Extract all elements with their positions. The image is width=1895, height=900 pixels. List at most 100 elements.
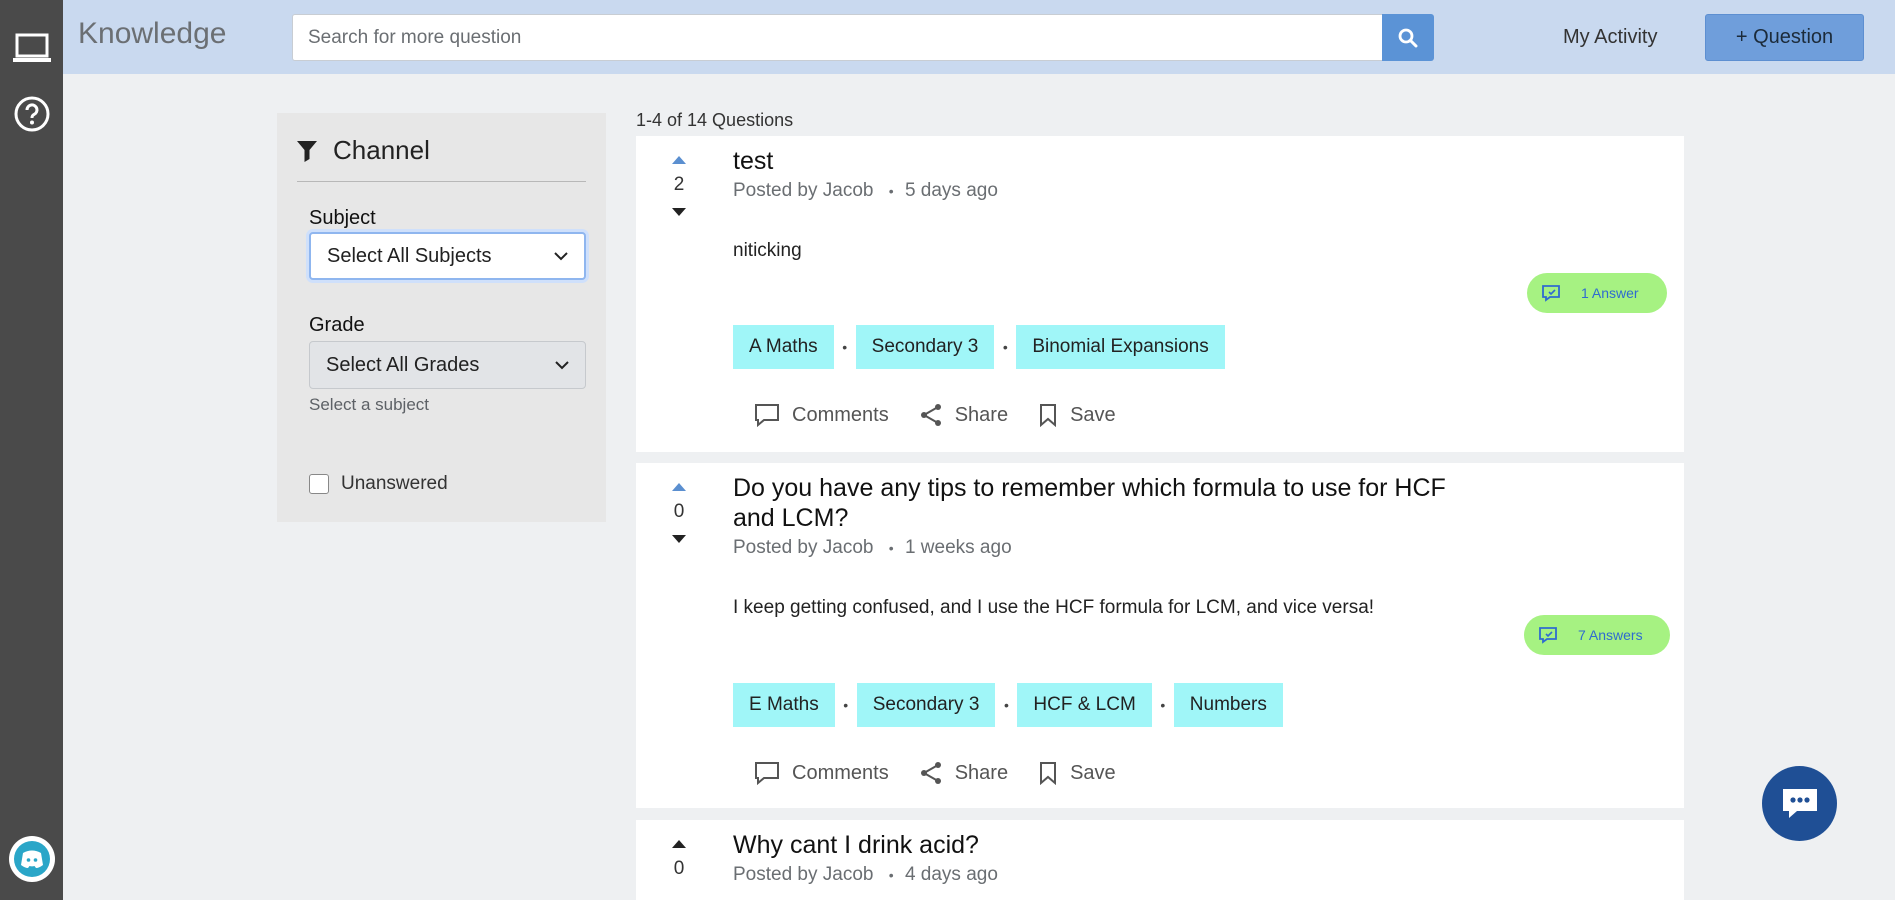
- answers-count: 7 Answers: [1578, 627, 1643, 643]
- question-author: Posted by Jacob: [733, 864, 874, 885]
- help-icon[interactable]: [0, 96, 63, 132]
- search-input[interactable]: [292, 14, 1382, 61]
- chevron-down-icon: [554, 251, 568, 260]
- share-label: Share: [954, 761, 1009, 784]
- save-button[interactable]: Save: [1038, 403, 1116, 427]
- vote-control: 2: [636, 156, 722, 216]
- tag-separator: •: [1002, 339, 1008, 355]
- question-card: 0 Do you have any tips to remember which…: [636, 463, 1684, 808]
- grade-select[interactable]: Select All Grades: [309, 341, 586, 389]
- question-title[interactable]: Do you have any tips to remember which f…: [733, 473, 1493, 533]
- comments-button[interactable]: Comments: [754, 761, 889, 785]
- save-button[interactable]: Save: [1038, 761, 1116, 785]
- question-time: 4 days ago: [904, 864, 998, 885]
- question-title[interactable]: Why cant I drink acid?: [733, 830, 979, 860]
- chevron-down-icon: [555, 360, 569, 369]
- share-label: Share: [954, 403, 1009, 426]
- tag-separator: •: [843, 697, 849, 713]
- tag[interactable]: Numbers: [1173, 683, 1283, 727]
- bookmark-icon: [1040, 404, 1057, 427]
- search-button[interactable]: [1382, 14, 1434, 61]
- discord-icon[interactable]: [0, 836, 63, 882]
- share-icon: [920, 404, 941, 426]
- ask-question-button[interactable]: + Question: [1705, 14, 1864, 61]
- tag[interactable]: A Maths: [733, 325, 834, 369]
- question-author: Posted by Jacob: [733, 180, 874, 201]
- question-meta: Posted by Jacob • 4 days ago: [733, 864, 998, 885]
- tag-separator: •: [1160, 697, 1166, 713]
- unanswered-label: Unanswered: [341, 473, 448, 494]
- question-body: I keep getting confused, and I use the H…: [733, 597, 1375, 618]
- tag[interactable]: Secondary 3: [856, 683, 996, 727]
- comments-button[interactable]: Comments: [754, 403, 889, 427]
- grade-select-value: Select All Grades: [326, 353, 480, 376]
- share-button[interactable]: Share: [919, 403, 1008, 427]
- laptop-icon[interactable]: [0, 32, 63, 64]
- comment-icon: [755, 762, 779, 785]
- tag[interactable]: Binomial Expansions: [1016, 325, 1225, 369]
- chat-button[interactable]: [1762, 766, 1837, 841]
- vote-control: 0: [636, 840, 722, 892]
- comments-label: Comments: [792, 403, 889, 426]
- share-icon: [920, 762, 941, 784]
- channel-filter-panel: Channel Subject Select All Subjects Grad…: [277, 113, 606, 522]
- question-time: 5 days ago: [904, 180, 998, 201]
- tag-separator: •: [1003, 697, 1009, 713]
- left-rail: [0, 0, 63, 900]
- answer-icon: [1542, 285, 1560, 302]
- filter-icon: [297, 140, 317, 162]
- question-card: 0 Why cant I drink acid? Posted by Jacob…: [636, 820, 1684, 900]
- divider: [297, 181, 586, 182]
- tag-separator: •: [842, 339, 848, 355]
- brand-title[interactable]: Knowledge: [78, 17, 226, 51]
- top-bar: Knowledge My Activity + Question: [63, 0, 1895, 74]
- subject-select-value: Select All Subjects: [327, 244, 492, 267]
- grade-hint: Select a subject: [309, 395, 430, 414]
- chat-icon: [1782, 788, 1817, 818]
- upvote-icon[interactable]: [672, 840, 686, 848]
- comments-label: Comments: [792, 761, 889, 784]
- unanswered-checkbox[interactable]: [309, 474, 329, 494]
- question-time: 1 weeks ago: [904, 537, 1012, 558]
- tag[interactable]: E Maths: [733, 683, 835, 727]
- filter-title: Channel: [333, 135, 430, 165]
- answers-badge[interactable]: 7 Answers: [1524, 615, 1670, 655]
- question-title[interactable]: test: [733, 146, 773, 176]
- tag[interactable]: Secondary 3: [855, 325, 995, 369]
- search-icon: [1398, 28, 1418, 47]
- vote-count: 0: [673, 858, 685, 879]
- question-author: Posted by Jacob: [733, 537, 874, 558]
- question-card: 2 test Posted by Jacob • 5 days ago niti…: [636, 136, 1684, 452]
- results-count: 1-4 of 14 Questions: [636, 110, 794, 130]
- answer-icon: [1539, 627, 1557, 644]
- question-meta: Posted by Jacob • 1 weeks ago: [733, 537, 1012, 558]
- vote-count: 2: [673, 174, 685, 195]
- answers-badge[interactable]: 1 Answer: [1527, 273, 1667, 313]
- tag[interactable]: HCF & LCM: [1017, 683, 1152, 727]
- vote-count: 0: [673, 501, 685, 522]
- my-activity-link[interactable]: My Activity: [1563, 26, 1657, 49]
- downvote-icon[interactable]: [672, 208, 686, 216]
- save-label: Save: [1070, 761, 1116, 784]
- share-button[interactable]: Share: [919, 761, 1008, 785]
- question-meta: Posted by Jacob • 5 days ago: [733, 180, 998, 201]
- question-body: niticking: [733, 240, 802, 261]
- save-label: Save: [1070, 403, 1116, 426]
- unanswered-filter[interactable]: Unanswered: [309, 473, 448, 495]
- question-actions: Comments Share Save: [754, 403, 1116, 427]
- vote-control: 0: [636, 483, 722, 543]
- comment-icon: [755, 404, 779, 427]
- upvote-icon[interactable]: [672, 156, 686, 164]
- tag-list: E Maths • Secondary 3 • HCF & LCM • Numb…: [733, 683, 1283, 727]
- search-bar: [292, 14, 1434, 61]
- subject-select[interactable]: Select All Subjects: [309, 232, 586, 280]
- tag-list: A Maths • Secondary 3 • Binomial Expansi…: [733, 325, 1225, 369]
- grade-label: Grade: [309, 314, 365, 336]
- downvote-icon[interactable]: [672, 535, 686, 543]
- answers-count: 1 Answer: [1581, 285, 1639, 301]
- bookmark-icon: [1040, 762, 1057, 785]
- question-actions: Comments Share Save: [754, 761, 1116, 785]
- filter-header: Channel: [297, 135, 430, 166]
- subject-label: Subject: [309, 207, 376, 229]
- upvote-icon[interactable]: [672, 483, 686, 491]
